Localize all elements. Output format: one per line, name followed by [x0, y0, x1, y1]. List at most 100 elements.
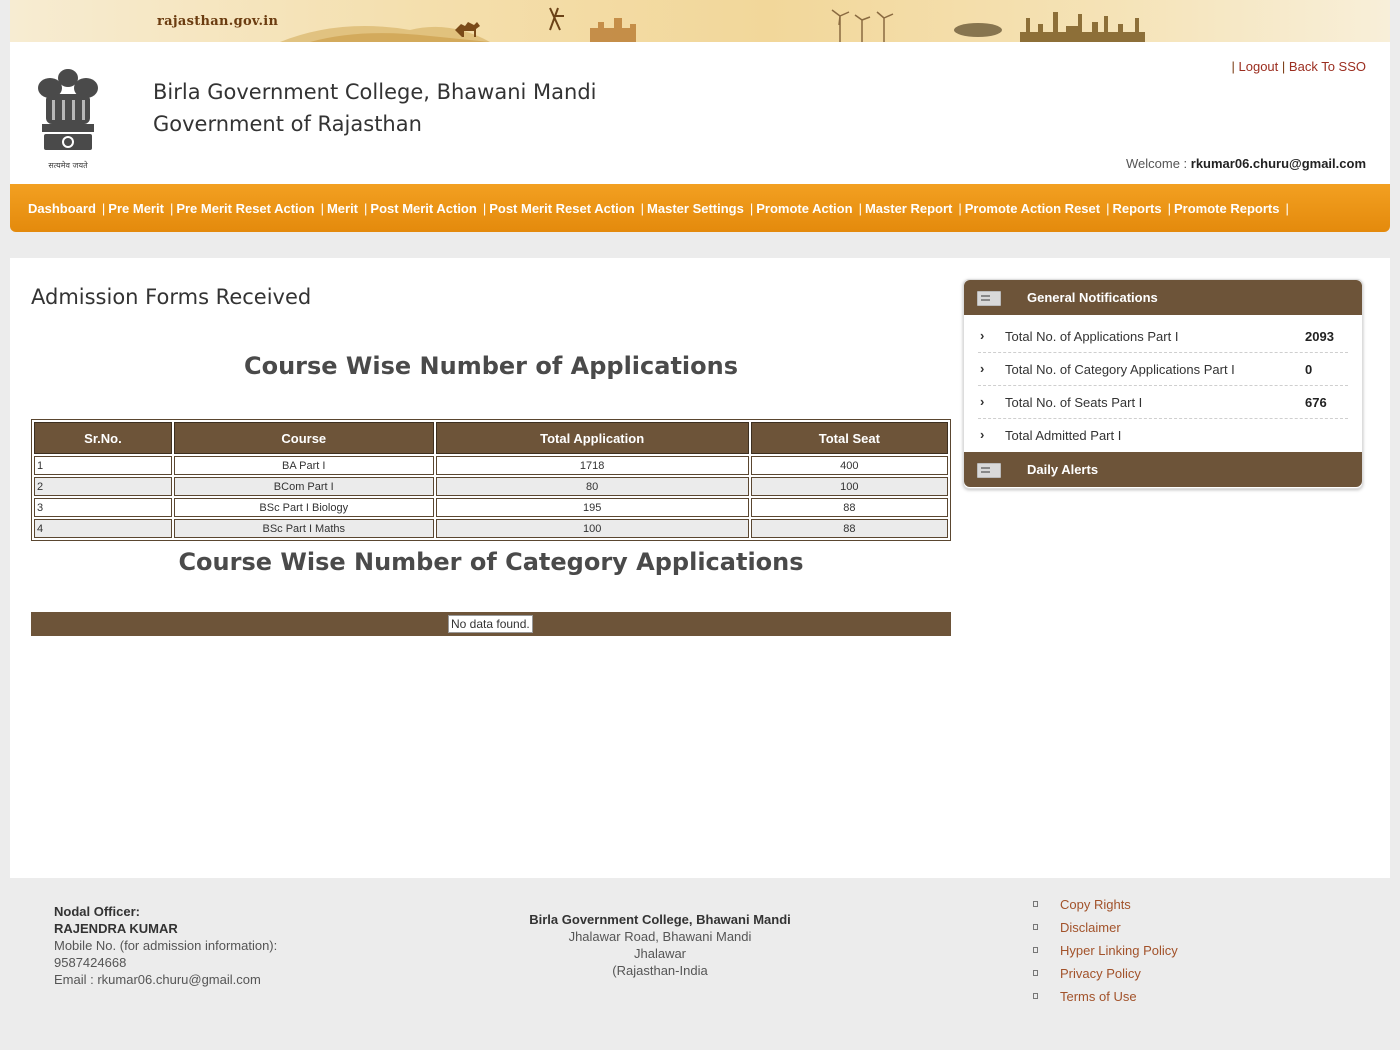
column-header-srno: Sr.No. — [34, 422, 172, 454]
table-row: 1 BA Part I 1718 400 — [34, 456, 948, 475]
hyper-linking-policy-link[interactable]: Hyper Linking Policy — [1060, 943, 1178, 958]
notification-label: Total No. of Category Applications Part … — [1005, 362, 1235, 377]
menu-item-post-merit-action[interactable]: Post Merit Action — [370, 201, 476, 216]
cell-course: BA Part I — [173, 456, 434, 475]
chevron-right-icon: › — [980, 328, 985, 343]
disclaimer-link[interactable]: Disclaimer — [1060, 920, 1121, 935]
footer-links: Copy Rights Disclaimer Hyper Linking Pol… — [1033, 893, 1178, 1008]
back-to-sso-link[interactable]: Back To SSO — [1289, 59, 1366, 74]
applications-table: Sr.No. Course Total Application Total Se… — [31, 419, 951, 541]
general-notifications-title: General Notifications — [1027, 290, 1158, 305]
footer-link-item: Privacy Policy — [1033, 962, 1178, 985]
cell-course: BSc Part I Biology — [173, 498, 434, 517]
menu-separator: | — [858, 200, 862, 216]
bullet-icon — [1033, 947, 1038, 953]
menu-item-reports[interactable]: Reports — [1112, 201, 1161, 216]
cell-total-application: 195 — [435, 498, 749, 517]
menu-item-merit[interactable]: Merit — [327, 201, 358, 216]
college-address: Birla Government College, Bhawani Mandi … — [480, 911, 840, 979]
notification-item[interactable]: › Total No. of Category Applications Par… — [978, 353, 1348, 386]
cell-total-application: 1718 — [435, 456, 749, 475]
cell-total-seat: 100 — [750, 477, 948, 496]
menu-item-master-settings[interactable]: Master Settings — [647, 201, 744, 216]
cell-srno: 2 — [34, 477, 172, 496]
column-header-course: Course — [173, 422, 434, 454]
welcome-label: Welcome : — [1125, 156, 1191, 171]
menu-item-master-report[interactable]: Master Report — [865, 201, 952, 216]
menu-separator: | — [958, 200, 962, 216]
footer-link-item: Hyper Linking Policy — [1033, 939, 1178, 962]
menu-separator: | — [640, 200, 645, 216]
table-header-row: Sr.No. Course Total Application Total Se… — [34, 422, 948, 454]
menu-item-promote-reports[interactable]: Promote Reports — [1174, 201, 1279, 216]
menu-separator: | — [1285, 200, 1289, 216]
message-icon — [977, 291, 1001, 306]
daily-alerts-header[interactable]: Daily Alerts — [964, 452, 1362, 487]
bullet-icon — [1033, 970, 1038, 976]
menu-separator: | — [101, 200, 106, 216]
welcome-user: rkumar06.churu@gmail.com — [1190, 156, 1366, 171]
message-icon — [977, 463, 1001, 478]
menu-item-promote-action[interactable]: Promote Action — [756, 201, 852, 216]
terms-of-use-link[interactable]: Terms of Use — [1060, 989, 1137, 1004]
footer-link-item: Disclaimer — [1033, 916, 1178, 939]
menu-item-promote-action-reset[interactable]: Promote Action Reset — [965, 201, 1100, 216]
cell-srno: 4 — [34, 519, 172, 538]
menu-separator: | — [1167, 200, 1171, 216]
bullet-icon — [1033, 901, 1038, 907]
notification-value: 676 — [1305, 395, 1327, 410]
notification-label: Total Admitted Part I — [1005, 428, 1122, 443]
notification-item[interactable]: › Total Admitted Part I — [978, 419, 1348, 451]
column-header-total-seat: Total Seat — [750, 422, 948, 454]
cell-total-seat: 88 — [750, 498, 948, 517]
footer-link-item: Copy Rights — [1033, 893, 1178, 916]
nodal-name: RAJENDRA KUMAR — [54, 921, 178, 936]
notification-value: 2093 — [1305, 329, 1334, 344]
government-name: Government of Rajasthan — [153, 112, 422, 136]
menu-separator: | — [1106, 200, 1110, 216]
menu-item-post-merit-reset-action[interactable]: Post Merit Reset Action — [489, 201, 634, 216]
site-header: सत्यमेव जयते Birla Government College, B… — [10, 42, 1390, 184]
top-banner: rajasthan.gov.in — [10, 0, 1390, 43]
cell-total-application: 80 — [435, 477, 749, 496]
cell-total-seat: 400 — [750, 456, 948, 475]
privacy-policy-link[interactable]: Privacy Policy — [1060, 966, 1141, 981]
daily-alerts-title: Daily Alerts — [1027, 462, 1099, 477]
menu-item-dashboard[interactable]: Dashboard — [28, 201, 96, 216]
banner-site-name: rajasthan.gov.in — [157, 14, 279, 29]
category-table: No data found. — [31, 612, 951, 636]
address-line3: (Rajasthan-India — [612, 963, 708, 978]
general-notifications-header[interactable]: General Notifications — [964, 280, 1362, 315]
site-footer: Nodal Officer: RAJENDRA KUMAR Mobile No.… — [10, 878, 1390, 1050]
copy-rights-link[interactable]: Copy Rights — [1060, 897, 1131, 912]
menu-item-pre-merit[interactable]: Pre Merit — [108, 201, 164, 216]
menu-separator: | — [320, 200, 324, 216]
main-content: Admission Forms Received Course Wise Num… — [10, 258, 1390, 878]
chevron-right-icon: › — [980, 394, 985, 409]
notification-value: 0 — [1305, 362, 1313, 377]
link-separator: | — [1281, 59, 1286, 74]
nodal-email: Email : rkumar06.churu@gmail.com — [54, 972, 261, 987]
emblem-caption: सत्यमेव जयते — [48, 160, 88, 170]
section-title-category-applications: Course Wise Number of Category Applicati… — [178, 548, 804, 576]
address-name: Birla Government College, Bhawani Mandi — [529, 912, 791, 927]
address-line1: Jhalawar Road, Bhawani Mandi — [568, 929, 752, 944]
notification-label: Total No. of Applications Part I — [1005, 329, 1179, 344]
footer-link-item: Terms of Use — [1033, 985, 1178, 1008]
national-emblem-icon: सत्यमेव जयते — [38, 69, 98, 170]
menu-separator: | — [482, 200, 487, 216]
menu-item-pre-merit-reset-action[interactable]: Pre Merit Reset Action — [176, 201, 314, 216]
notifications-panel: General Notifications › Total No. of App… — [963, 279, 1363, 489]
cell-course: BSc Part I Maths — [173, 519, 434, 538]
cell-total-seat: 88 — [750, 519, 948, 538]
cell-srno: 1 — [34, 456, 172, 475]
chevron-right-icon: › — [980, 361, 985, 376]
page-title: Admission Forms Received — [31, 285, 312, 309]
notification-item[interactable]: › Total No. of Applications Part I 2093 — [978, 320, 1348, 353]
notification-label: Total No. of Seats Part I — [1005, 395, 1143, 410]
table-row: 3 BSc Part I Biology 195 88 — [34, 498, 948, 517]
notification-item[interactable]: › Total No. of Seats Part I 676 — [978, 386, 1348, 419]
welcome-text: Welcome : rkumar06.churu@gmail.com — [1126, 156, 1366, 171]
address-line2: Jhalawar — [633, 946, 687, 961]
logout-link[interactable]: Logout — [1239, 59, 1279, 74]
